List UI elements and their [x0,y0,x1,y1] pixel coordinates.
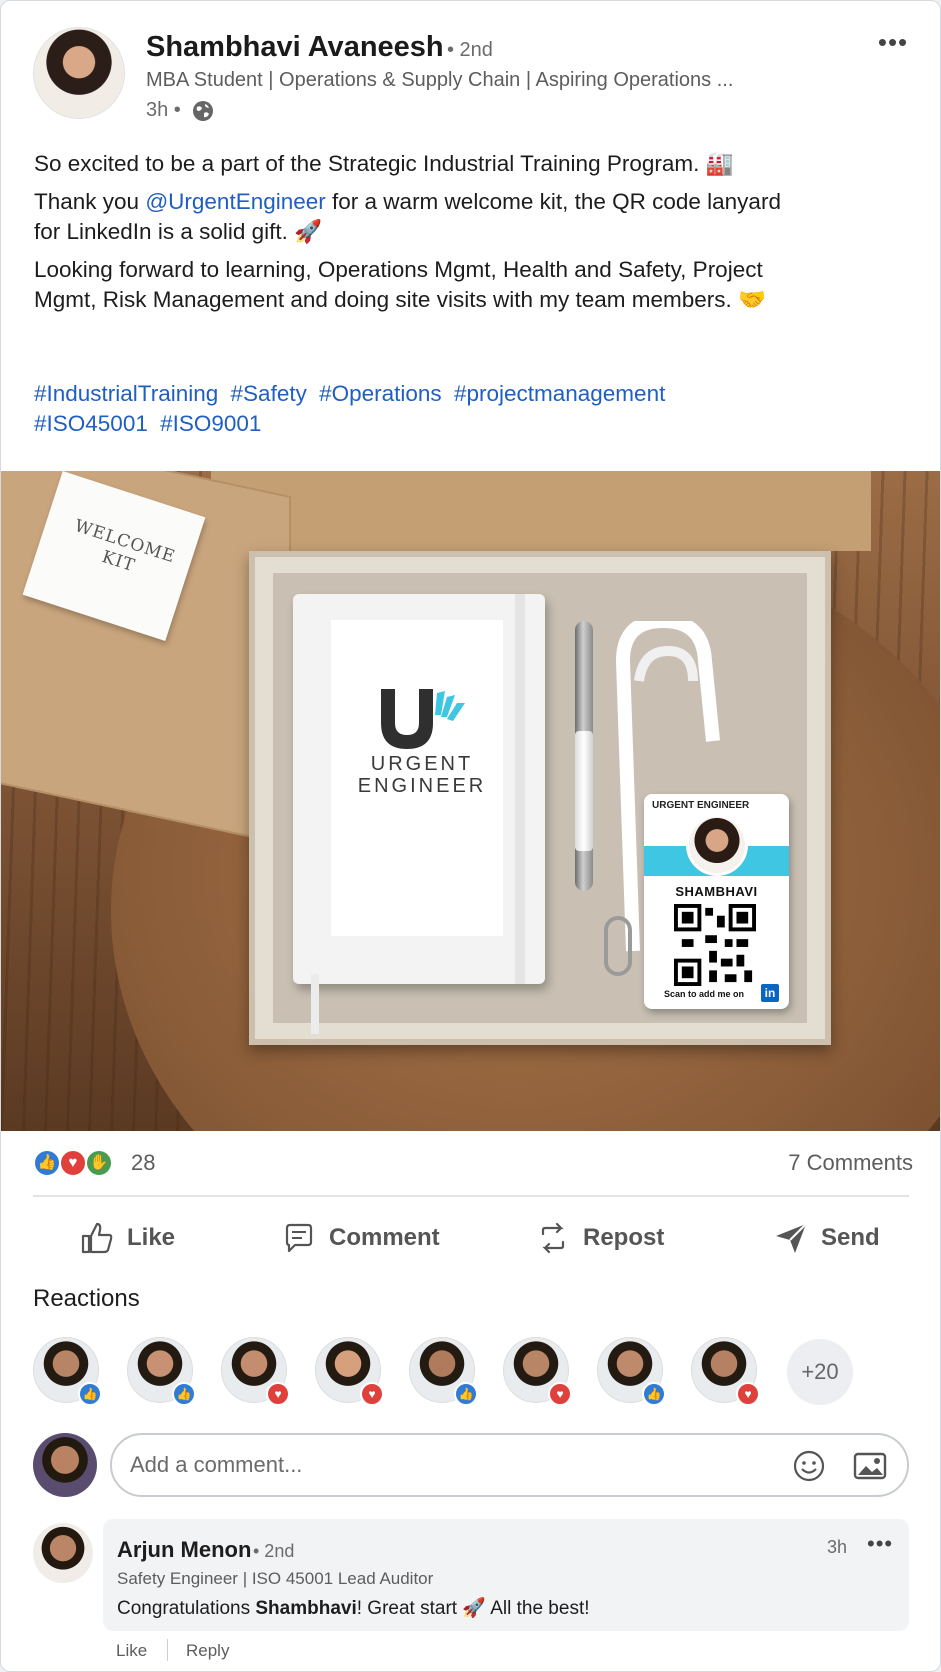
current-user-avatar [33,1433,97,1497]
comment-reply-button[interactable]: Reply [186,1641,229,1661]
hashtag-link[interactable]: #IndustrialTraining [34,381,218,406]
mention-link[interactable]: @UrgentEngineer [145,189,325,214]
like-label: Like [127,1224,176,1251]
commenter-headline: Safety Engineer | ISO 45001 Lead Auditor [117,1569,434,1588]
id-badge: URGENT ENGINEER SHAMBHAVI Scan to add me… [644,794,789,1009]
comment-bold-name: Shambhavi [255,1598,357,1619]
repost-button[interactable]: Repost [535,1213,664,1263]
connection-degree: • 2nd [447,39,493,61]
hashtag-link[interactable]: #ISO45001 [34,411,148,436]
reactor-avatar[interactable]: ♥ [315,1337,384,1406]
globe-icon [193,101,213,121]
badge-name: SHAMBHAVI [675,884,758,899]
send-label: Send [821,1224,880,1251]
commenter-degree: • 2nd [253,1541,295,1561]
reactions-heading: Reactions [33,1285,140,1312]
hashtag-link[interactable]: #Operations [319,381,442,406]
image-icon[interactable] [852,1449,888,1483]
notebook-ribbon [311,974,319,1034]
support-reaction-icon[interactable]: ✋ [85,1149,113,1177]
post-paragraph: Looking forward to learning, Operations … [34,257,767,312]
badge-photo [686,814,748,876]
reactor-avatar[interactable]: 👍 [597,1337,666,1406]
urgent-engineer-logo-icon [381,689,465,749]
author-name[interactable]: Shambhavi Avaneesh [146,31,444,64]
comment-label: Comment [329,1224,440,1251]
love-reaction-icon[interactable]: ♥ [59,1149,87,1177]
more-reactors-button[interactable]: +20 [787,1339,853,1405]
box-flap [211,471,871,551]
post-paragraph: Thank you @UrgentEngineer for a warm wel… [34,187,794,247]
social-counts: 👍 ♥ ✋ 28 7 Comments [33,1149,913,1181]
post-time: 3h • [146,99,181,121]
comment-time: 3h [827,1537,848,1557]
love-reaction-icon: ♥ [548,1382,572,1406]
comment-more-button[interactable]: ••• [867,1531,893,1557]
comment-like-button[interactable]: Like [116,1641,147,1661]
comment-icon [285,1223,313,1253]
love-reaction-icon: ♥ [266,1382,290,1406]
comment-input[interactable] [130,1447,730,1483]
emoji-icon[interactable] [792,1449,826,1483]
lanyard-hook [604,916,632,976]
repost-icon [541,1222,565,1254]
reactor-avatar[interactable]: 👍 [33,1337,102,1406]
like-reaction-icon: 👍 [172,1382,196,1406]
hashtag-link[interactable]: #ISO9001 [160,411,261,436]
reactor-avatar[interactable]: ♥ [503,1337,572,1406]
qr-code-icon [674,904,756,986]
love-reaction-icon: ♥ [360,1382,384,1406]
notebook-logo-text: URGENT ENGINEER [357,753,487,797]
like-reaction-icon[interactable]: 👍 [33,1149,61,1177]
post-body: So excited to be a part of the Strategic… [34,149,794,323]
comment-text: Congratulations Shambhavi! Great start 🚀… [117,1596,590,1620]
welcome-card-text: WELCOME KIT [71,515,178,577]
reactor-avatar[interactable]: ♥ [221,1337,290,1406]
comment-box[interactable] [110,1433,909,1497]
send-button[interactable]: Send [773,1213,880,1263]
reaction-count[interactable]: 28 [131,1149,155,1177]
comment-button[interactable]: Comment [281,1213,440,1263]
divider [33,1195,909,1197]
commenter-avatar[interactable] [33,1523,93,1583]
pen-grip [575,731,593,851]
comment-count[interactable]: 7 Comments [788,1149,913,1177]
comment-text-segment: ! Great start 🚀 All the best! [356,1598,590,1619]
post-card: Shambhavi Avaneesh • 2nd MBA Student | O… [0,0,941,1672]
badge-scan-text: Scan to add me on [664,989,745,999]
like-reaction-icon: 👍 [642,1382,666,1406]
hashtag-link[interactable]: #Safety [231,381,307,406]
post-header: Shambhavi Avaneesh • 2nd MBA Student | O… [1,1,940,131]
repost-label: Repost [583,1224,665,1251]
thumbs-up-icon [81,1222,113,1254]
linkedin-icon: in [761,984,779,1002]
notebook-band [515,594,525,984]
badge-logo: URGENT ENGINEER [652,800,750,811]
hashtag-link[interactable]: #projectmanagement [454,381,665,406]
reactor-avatar[interactable]: ♥ [691,1337,760,1406]
more-options-button[interactable]: ••• [873,27,913,57]
like-reaction-icon: 👍 [454,1382,478,1406]
send-icon [776,1223,807,1253]
author-headline: MBA Student | Operations & Supply Chain … [146,69,734,91]
love-reaction-icon: ♥ [736,1382,760,1406]
comment-text-segment: Congratulations [117,1598,256,1619]
reactor-avatar[interactable]: 👍 [409,1337,478,1406]
comment-item: Arjun Menon • 2nd Safety Engineer | ISO … [103,1519,909,1631]
divider [167,1639,168,1661]
reactor-avatar[interactable]: 👍 [127,1337,196,1406]
like-button[interactable]: Like [79,1213,175,1263]
hashtag-list: #IndustrialTraining #Safety #Operations … [34,379,794,439]
like-reaction-icon: 👍 [78,1382,102,1406]
author-avatar[interactable] [33,27,125,119]
commenter-name[interactable]: Arjun Menon [117,1537,251,1563]
post-text-segment: Thank you [34,189,146,214]
post-paragraph: So excited to be a part of the Strategic… [34,151,734,176]
